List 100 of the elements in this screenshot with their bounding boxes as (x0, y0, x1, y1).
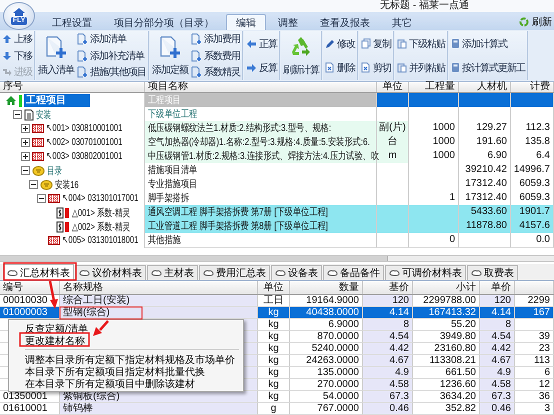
sheet-tab[interactable]: 可调价材料表 (385, 265, 466, 280)
sheet-tab[interactable]: 备品备件 (323, 265, 384, 280)
column-header[interactable]: 计费 (511, 82, 554, 92)
menu-tab[interactable]: 工程设置 (42, 14, 102, 30)
column-header[interactable]: 单位 (258, 281, 290, 294)
indent-icon (2, 67, 12, 77)
column-header[interactable]: 单位 (377, 82, 409, 92)
tree-label[interactable]: ↖004> 031301017001 (62, 193, 138, 204)
pencil-icon (324, 38, 335, 48)
ribbon-button[interactable]: 添加定额 (150, 32, 189, 78)
table-row[interactable]: 00010030 综合工日(安装) 工日 19164.9000 120 2299788.00 120 2299 (0, 295, 554, 307)
column-header[interactable]: 小计 (413, 281, 480, 294)
tree-label[interactable]: 安装 (36, 108, 52, 122)
table-cell: kg (268, 308, 279, 318)
tree-label[interactable]: △001> 系数-精灵 (72, 206, 130, 220)
column-header[interactable]: 基价 (363, 281, 413, 294)
tree-row[interactable]: 工程项目 工程项目 (0, 93, 554, 107)
ribbon-button[interactable]: 添加计算式 (450, 36, 526, 51)
table-cell-text: 空气加热器(冷却器)1.名称:2.型号:3.规格:4.质量:5.安装形式:6. (148, 136, 370, 149)
column-header[interactable]: 编号 (0, 281, 60, 294)
column-header[interactable]: 名称规格 (60, 281, 258, 294)
column-header[interactable]: 人材机 (459, 82, 511, 92)
refresh-button[interactable]: 刷新 (515, 14, 552, 30)
ribbon-button[interactable]: 按计算式更新工 (450, 60, 526, 75)
tree-label[interactable]: 目录 (47, 164, 62, 178)
tree-label[interactable]: ↖005> 031301018001 (62, 235, 138, 246)
expand-icon[interactable] (21, 124, 30, 133)
ribbon-button[interactable]: 系数费用 (190, 48, 241, 63)
ribbon-button[interactable]: 系数精灵 (190, 64, 241, 80)
table-cell: 6.4 (536, 151, 550, 161)
ribbon-button[interactable]: 添加费用 (190, 32, 241, 46)
ribbon-button[interactable]: 下级粘贴 (396, 36, 446, 51)
menu-item[interactable]: 更改建材名称 (9, 334, 243, 346)
table-cell: 型钢(综合) (63, 308, 110, 318)
collapse-icon[interactable] (21, 166, 30, 175)
ribbon-button[interactable]: 复制 (360, 36, 392, 51)
add-document-icon (190, 50, 202, 62)
ribbon-button[interactable]: 添加清单 (76, 32, 147, 46)
ribbon-button[interactable]: 下移 (1, 48, 33, 63)
sheet-tab[interactable]: 费用汇总表 (199, 265, 270, 280)
sheet-tab[interactable]: 主材表 (147, 265, 198, 280)
menu-item[interactable]: 调整本目录所有定额下指定材料规格及市场单价 (9, 353, 243, 365)
sheet-tab[interactable]: 设备表 (271, 265, 322, 280)
tree-label[interactable]: △002> 系数-精灵 (72, 220, 130, 234)
table-cell: 17312.40 (465, 179, 507, 189)
menu-item[interactable]: 本目录下所有定额项目指定材料批量代换 (9, 365, 243, 377)
ribbon-button[interactable]: 并列粘贴 (396, 60, 446, 75)
bundle-icon (40, 179, 53, 190)
table-cell: 4.54 (390, 332, 409, 342)
table-row[interactable]: 01000003 型钢(综合) kg 40438.0000 4.14 167413.32 4.14 167 (0, 307, 554, 319)
table-cell: 1000 (432, 137, 455, 147)
collapse-icon[interactable] (29, 180, 38, 189)
ribbon-button[interactable]: 插入清单 (37, 32, 75, 78)
tree-label[interactable]: ↖002> 030701001001 (46, 137, 122, 148)
menu-tab[interactable]: 其它 (382, 14, 422, 30)
ribbon-button[interactable]: 添加补充清单 (76, 48, 147, 63)
table-cell: 23 (538, 344, 550, 354)
table-cell: 270.0000 (317, 380, 359, 390)
sheet-tab[interactable]: 取费表 (467, 265, 518, 280)
table-cell: 767.0000 (317, 404, 359, 414)
table-cell: 191.60 (476, 137, 507, 147)
menu-tab[interactable]: 编辑 (226, 14, 266, 30)
ribbon-button[interactable]: 措施/其他项目 (76, 64, 147, 80)
table-row[interactable]: 01610001 铈钨棒 g 767.0000 0.46 352.82 0.46 3 (0, 403, 554, 415)
ribbon-button[interactable]: 刷新计算 (282, 32, 320, 78)
cloud-icon (79, 269, 90, 277)
column-header[interactable]: 工程量 (409, 82, 459, 92)
cloud-icon (203, 269, 214, 277)
ribbon-button[interactable]: 删除 (324, 60, 356, 75)
tree-label[interactable]: 安装16 (55, 178, 79, 192)
sheet-tab[interactable]: 汇总材料表 (3, 264, 74, 280)
sheet-tab[interactable]: 议价材料表 (75, 265, 146, 280)
tree-label[interactable]: ↖003> 030802001001 (46, 151, 122, 162)
table-cell: kg (268, 344, 279, 354)
menu-tab[interactable]: 查看及报表 (310, 14, 380, 30)
menu-tab[interactable]: 项目分部分项（目录） (104, 14, 224, 30)
horizontal-scrollbar[interactable] (0, 255, 554, 262)
add-document-icon (190, 66, 202, 78)
ribbon-button[interactable]: 反算 (244, 60, 278, 75)
menu-item[interactable]: 在本目录下所有定额项目中删除该建材 (9, 377, 243, 389)
table-cell-text: 通风空调工程 脚手架搭拆费 第7册 [下级单位工程] (148, 206, 328, 219)
table-cell: 36 (538, 392, 550, 402)
add-document-icon (158, 34, 182, 58)
column-header[interactable]: 数量 (290, 281, 363, 294)
column-header[interactable]: 单价 (480, 281, 515, 294)
ribbon-button[interactable]: 剪切 (360, 60, 392, 75)
collapse-icon[interactable] (37, 194, 46, 203)
calculator-icon (450, 62, 460, 73)
ribbon-button[interactable]: 上移 (1, 32, 33, 46)
tree-label[interactable]: ↖001> 030810001001 (46, 123, 122, 134)
ribbon-button[interactable]: 正算 (244, 36, 278, 51)
menu-tab[interactable]: 调整 (268, 14, 308, 30)
table-cell: 0.0 (536, 235, 550, 245)
ribbon-button[interactable]: 修改 (324, 36, 356, 51)
table-cell: 01610001 (3, 404, 48, 414)
table-cell: 352.82 (445, 404, 476, 414)
tree-label[interactable]: 工程项目 (24, 94, 90, 107)
collapse-icon[interactable] (13, 110, 22, 119)
expand-icon[interactable] (21, 152, 30, 161)
expand-icon[interactable] (21, 138, 30, 147)
